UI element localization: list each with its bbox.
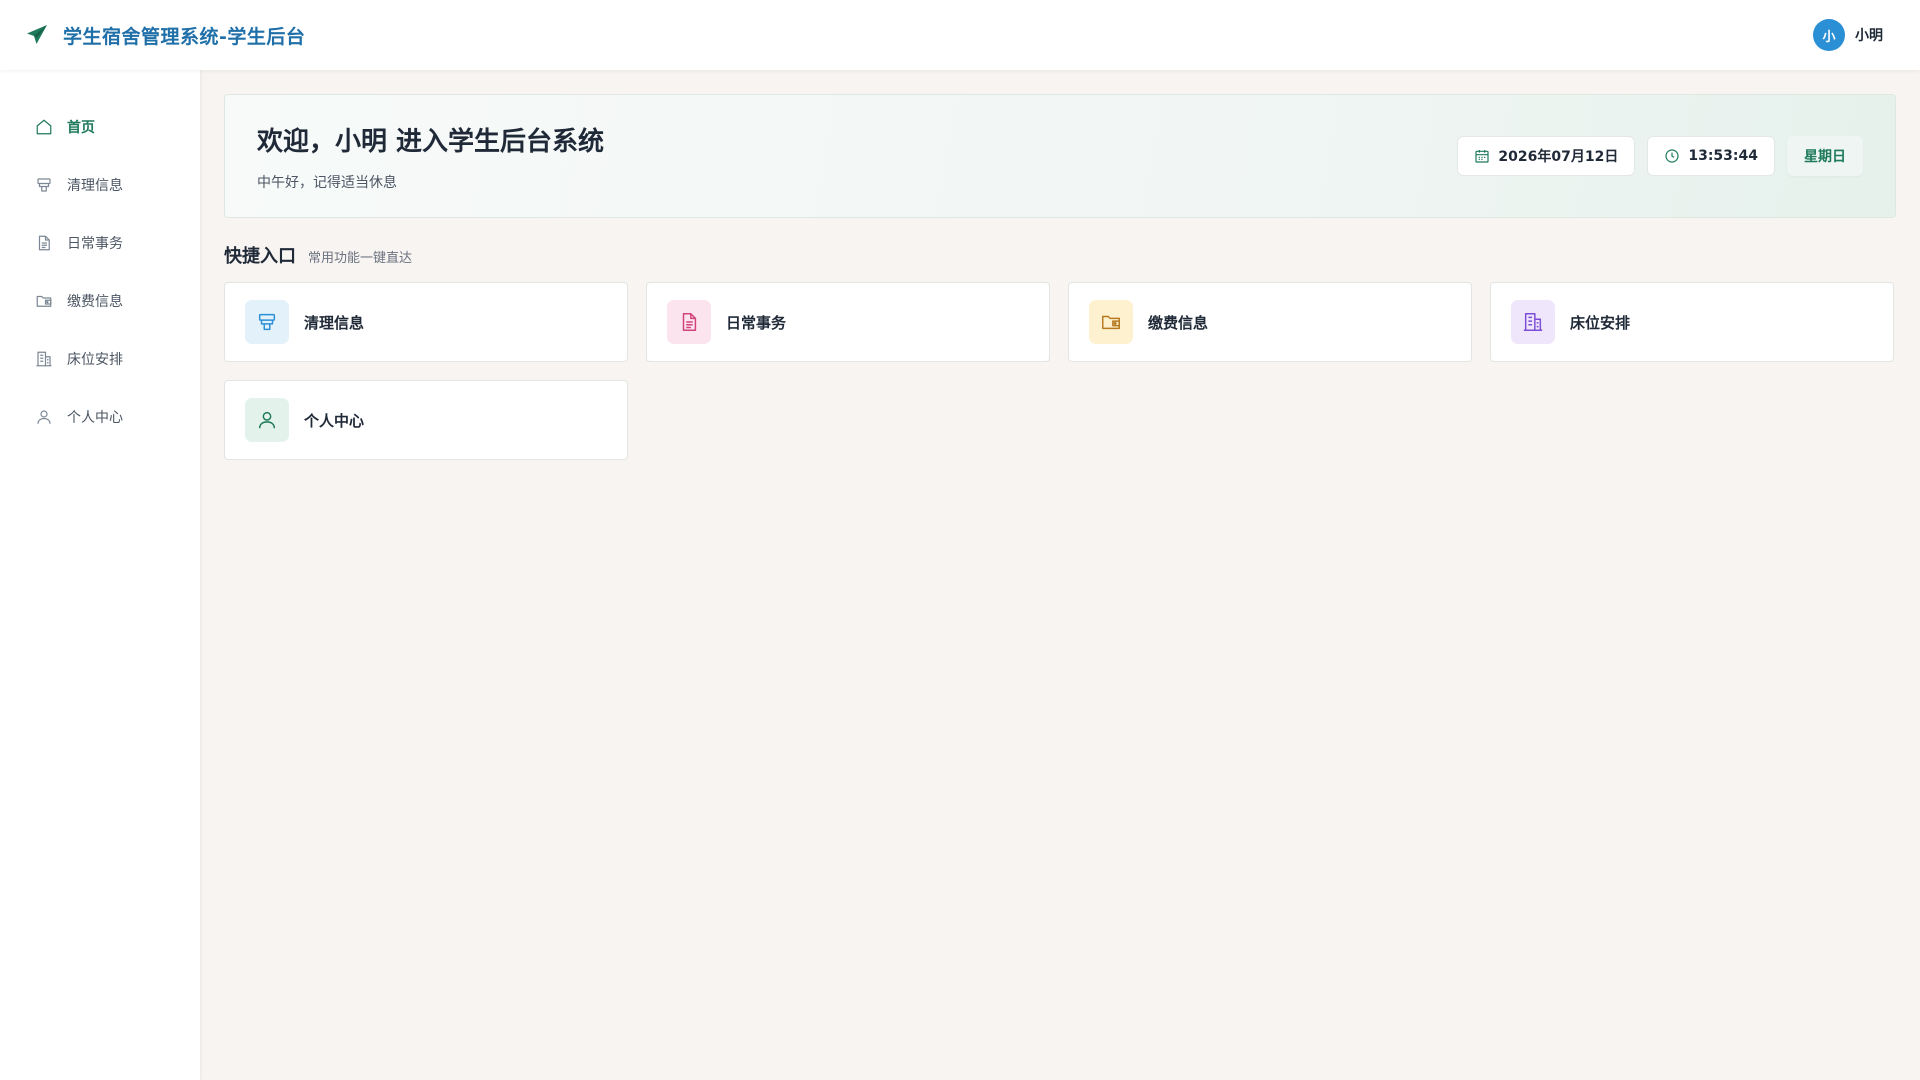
card-icon-box	[667, 300, 711, 344]
wallet-icon	[35, 292, 53, 310]
quick-card-payment[interactable]: 缴费信息	[1068, 282, 1472, 362]
cleaning-icon	[258, 313, 276, 331]
quick-access-header: 快捷入口 常用功能一键直达	[224, 242, 1896, 267]
section-title: 快捷入口	[224, 246, 296, 267]
sidebar-item-label: 日常事务	[67, 236, 123, 252]
date-chip: 2026年07月12日	[1457, 136, 1636, 176]
sidebar-item-label: 床位安排	[67, 352, 123, 368]
sidebar-item-bed[interactable]: 床位安排	[0, 330, 200, 388]
datetime-chips: 2026年07月12日 13:53:44 星期日	[1457, 136, 1863, 176]
sidebar-item-payment[interactable]: 缴费信息	[0, 272, 200, 330]
cleaning-icon	[35, 176, 53, 194]
quick-card-profile[interactable]: 个人中心	[224, 380, 628, 460]
sidebar-item-profile[interactable]: 个人中心	[0, 388, 200, 446]
user-icon	[258, 411, 276, 429]
document-icon	[682, 313, 697, 331]
card-icon-box	[245, 300, 289, 344]
quick-card-bed[interactable]: 床位安排	[1490, 282, 1894, 362]
calendar-icon	[1474, 148, 1490, 164]
card-icon-box	[1511, 300, 1555, 344]
welcome-title: 欢迎，小明 进入学生后台系统	[257, 126, 605, 157]
sidebar-item-label: 清理信息	[67, 178, 123, 194]
time-text: 13:53:44	[1688, 148, 1758, 164]
wallet-icon	[1102, 315, 1120, 330]
paper-plane-icon	[25, 23, 49, 47]
sidebar-item-cleaning[interactable]: 清理信息	[0, 156, 200, 214]
top-header: 学生宿舍管理系统-学生后台 小 小明	[0, 0, 1920, 70]
section-subtitle: 常用功能一键直达	[308, 251, 413, 266]
sidebar-item-label: 个人中心	[67, 410, 123, 426]
main-content: 欢迎，小明 进入学生后台系统 中午好，记得适当休息 2026年07月12日 13…	[224, 94, 1896, 460]
weekday-text: 星期日	[1804, 149, 1846, 165]
welcome-subtitle: 中午好，记得适当休息	[257, 174, 397, 191]
card-label: 缴费信息	[1148, 313, 1209, 332]
date-text: 2026年07月12日	[1498, 149, 1619, 165]
sidebar: 首页 清理信息 日常事务 缴费信息 床位安排 个人中心	[0, 70, 200, 1080]
user-name[interactable]: 小明	[1855, 25, 1883, 45]
home-icon	[35, 118, 53, 136]
user-icon	[35, 408, 53, 426]
sidebar-item-daily[interactable]: 日常事务	[0, 214, 200, 272]
sidebar-item-label: 缴费信息	[67, 294, 123, 310]
card-label: 床位安排	[1570, 313, 1631, 332]
clock-icon	[1664, 148, 1680, 164]
quick-card-cleaning[interactable]: 清理信息	[224, 282, 628, 362]
welcome-banner: 欢迎，小明 进入学生后台系统 中午好，记得适当休息 2026年07月12日 13…	[224, 94, 1896, 218]
building-icon	[1523, 313, 1543, 331]
avatar[interactable]: 小	[1813, 19, 1845, 51]
card-label: 个人中心	[304, 411, 365, 430]
weekday-chip: 星期日	[1787, 136, 1863, 176]
document-icon	[35, 234, 53, 252]
sidebar-item-label: 首页	[67, 120, 95, 136]
card-label: 日常事务	[726, 313, 787, 332]
quick-card-daily[interactable]: 日常事务	[646, 282, 1050, 362]
card-icon-box	[245, 398, 289, 442]
card-icon-box	[1089, 300, 1133, 344]
welcome-text: 欢迎，小明 进入学生后台系统 中午好，记得适当休息	[257, 121, 604, 192]
brand[interactable]: 学生宿舍管理系统-学生后台	[25, 22, 305, 49]
card-label: 清理信息	[304, 313, 365, 332]
building-icon	[35, 350, 53, 368]
time-chip: 13:53:44	[1647, 136, 1775, 176]
user-menu[interactable]: 小 小明	[1813, 19, 1883, 51]
quick-access-grid: 清理信息 日常事务 缴费信息 床位安排 个人中心	[224, 282, 1896, 460]
app-title: 学生宿舍管理系统-学生后台	[63, 25, 306, 48]
sidebar-item-home[interactable]: 首页	[0, 98, 200, 156]
